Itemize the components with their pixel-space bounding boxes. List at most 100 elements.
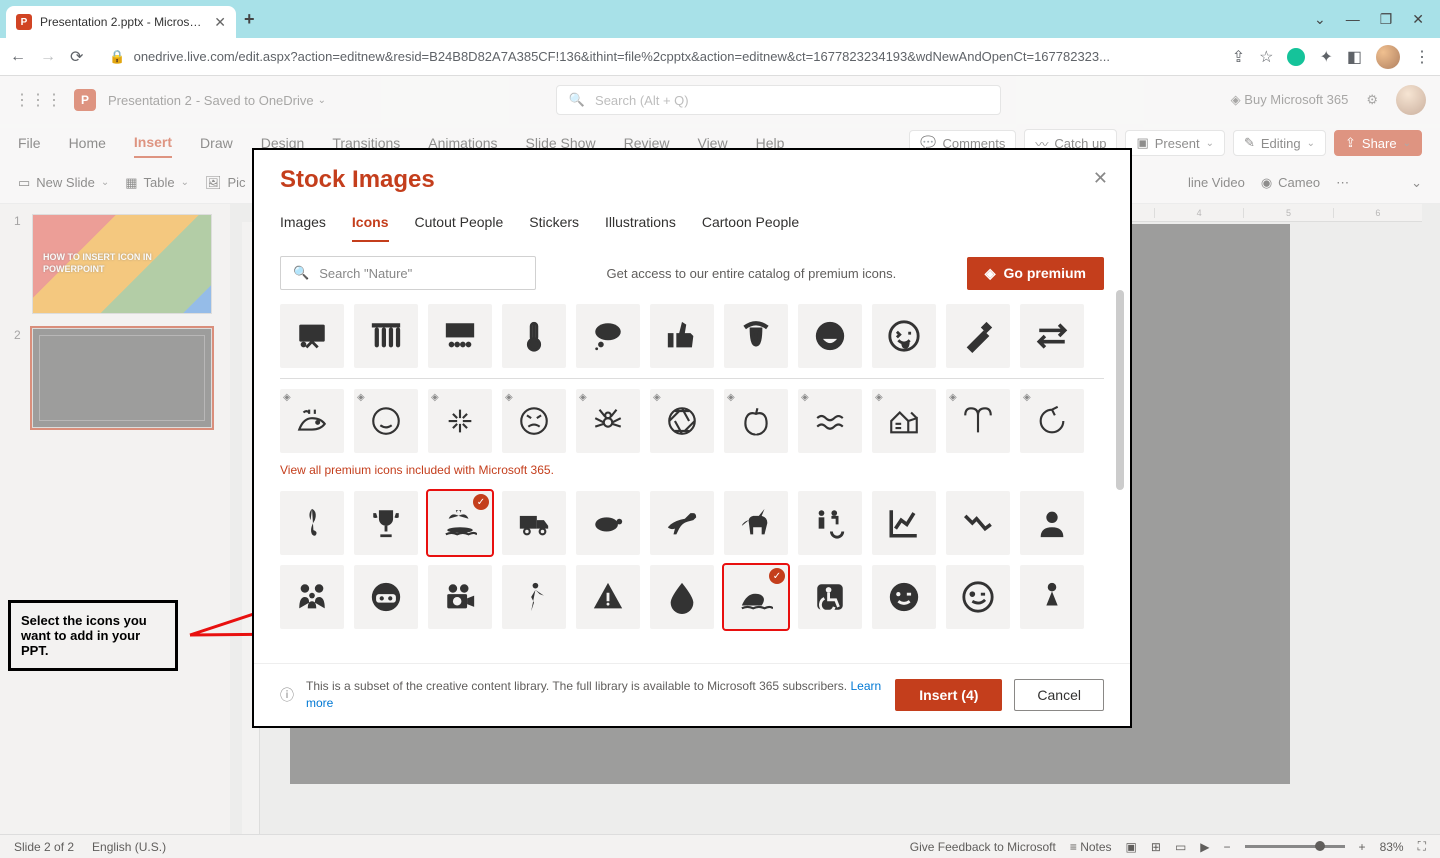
- dialog-tab-illustrations[interactable]: Illustrations: [605, 214, 676, 242]
- aquarius-icon[interactable]: [798, 389, 862, 453]
- apple-icon[interactable]: [724, 389, 788, 453]
- dialog-tab-icons[interactable]: Icons: [352, 214, 389, 242]
- vr-headset-icon[interactable]: [354, 565, 418, 629]
- line-chart-up-icon[interactable]: [872, 491, 936, 555]
- thought-bubble-icon[interactable]: [576, 304, 640, 368]
- wheelchair-icon[interactable]: [798, 565, 862, 629]
- tools-icon[interactable]: [946, 304, 1010, 368]
- zoom-slider[interactable]: [1245, 845, 1345, 848]
- aries-icon[interactable]: [946, 389, 1010, 453]
- pinch-icon[interactable]: [428, 389, 492, 453]
- happy-emoji-icon[interactable]: [354, 389, 418, 453]
- user-icon[interactable]: [1020, 491, 1084, 555]
- close-window-icon[interactable]: ✕: [1412, 11, 1424, 28]
- dialog-tab-stickers[interactable]: Stickers: [529, 214, 579, 242]
- turtle-icon[interactable]: [576, 491, 640, 555]
- share-button[interactable]: ⇪ Share ⌄: [1334, 130, 1422, 156]
- tab-draw[interactable]: Draw: [200, 129, 233, 157]
- forward-icon[interactable]: →: [40, 48, 56, 66]
- view-slideshow-icon[interactable]: ▶: [1200, 840, 1209, 854]
- aperture-icon[interactable]: [650, 389, 714, 453]
- dinosaur-icon[interactable]: [650, 491, 714, 555]
- fish-icon[interactable]: [280, 389, 344, 453]
- walking-icon[interactable]: [502, 565, 566, 629]
- truck-icon[interactable]: [502, 491, 566, 555]
- slide-thumbnail-2[interactable]: 2: [14, 328, 216, 428]
- warning-icon[interactable]: [576, 565, 640, 629]
- tropical-island-icon[interactable]: ✓: [428, 491, 492, 555]
- settings-icon[interactable]: ⚙: [1366, 92, 1378, 108]
- woman-icon[interactable]: [1020, 565, 1084, 629]
- zoom-out-icon[interactable]: −: [1224, 840, 1231, 854]
- water-drop-icon[interactable]: [650, 565, 714, 629]
- profile-avatar[interactable]: [1376, 45, 1400, 69]
- thumbs-up-icon[interactable]: [650, 304, 714, 368]
- search-box[interactable]: 🔍 Search (Alt + Q): [556, 85, 1001, 115]
- feedback-link[interactable]: Give Feedback to Microsoft: [910, 840, 1056, 854]
- fit-to-window-icon[interactable]: ⛶: [1418, 839, 1426, 854]
- dialog-tab-cutout-people[interactable]: Cutout People: [415, 214, 504, 242]
- cancel-button[interactable]: Cancel: [1014, 679, 1104, 711]
- language-indicator[interactable]: English (U.S.): [92, 840, 166, 854]
- test-tubes-icon[interactable]: [354, 304, 418, 368]
- tab-home[interactable]: Home: [69, 129, 106, 157]
- browser-tab[interactable]: P Presentation 2.pptx - Microsoft P ✕: [6, 6, 236, 38]
- tab-insert[interactable]: Insert: [134, 128, 172, 158]
- smirk-emoji-icon[interactable]: [946, 565, 1010, 629]
- extensions-icon[interactable]: ✦: [1319, 47, 1332, 67]
- reload-icon[interactable]: ⟳: [70, 47, 83, 67]
- notes-button[interactable]: ≡ Notes: [1070, 840, 1112, 854]
- minimize-icon[interactable]: —: [1346, 11, 1360, 28]
- premium-link[interactable]: View all premium icons included with Mic…: [280, 463, 1104, 477]
- trophy-icon[interactable]: [354, 491, 418, 555]
- share-page-icon[interactable]: ⇪: [1232, 47, 1245, 67]
- thermometer-icon[interactable]: [502, 304, 566, 368]
- maximize-icon[interactable]: ❐: [1380, 11, 1393, 28]
- new-slide-button[interactable]: ▭ New Slide ⌄: [18, 175, 109, 191]
- grammarly-icon[interactable]: [1287, 48, 1305, 66]
- back-icon[interactable]: ←: [10, 48, 26, 66]
- pictures-button[interactable]: 🖼 Pic: [205, 175, 246, 191]
- dialog-tab-images[interactable]: Images: [280, 214, 326, 242]
- swap-arrows-icon[interactable]: [1020, 304, 1084, 368]
- zoom-in-icon[interactable]: +: [1359, 840, 1366, 854]
- tab-file[interactable]: File: [18, 129, 41, 157]
- editing-button[interactable]: ✎ Editing ⌄: [1233, 130, 1326, 156]
- new-tab-button[interactable]: +: [244, 9, 255, 30]
- accessibility-people-icon[interactable]: [798, 491, 862, 555]
- dialog-tab-cartoon-people[interactable]: Cartoon People: [702, 214, 799, 242]
- table-button[interactable]: ▦ Table ⌄: [125, 175, 189, 191]
- wave-icon[interactable]: ✓: [724, 565, 788, 629]
- line-chart-down-icon[interactable]: [946, 491, 1010, 555]
- refresh-icon[interactable]: [1020, 389, 1084, 453]
- wink-emoji-icon[interactable]: [872, 565, 936, 629]
- menu-icon[interactable]: ⋮: [1414, 47, 1430, 67]
- more-icon[interactable]: ⋯: [1336, 175, 1349, 191]
- unicorn-icon[interactable]: [724, 491, 788, 555]
- app-launcher-icon[interactable]: ⋮⋮⋮: [14, 90, 62, 110]
- insert-button[interactable]: Insert (4): [895, 679, 1002, 711]
- view-reading-icon[interactable]: ▭: [1175, 840, 1186, 854]
- document-title[interactable]: Presentation 2 - Saved to OneDrive ⌄: [108, 93, 326, 108]
- spider-icon[interactable]: [576, 389, 640, 453]
- theater-icon[interactable]: [428, 304, 492, 368]
- sidepanel-icon[interactable]: ◧: [1347, 47, 1362, 67]
- ribbon-chevron-icon[interactable]: ⌄: [1411, 175, 1422, 191]
- present-button[interactable]: ▣ Present ⌄: [1125, 130, 1225, 156]
- close-tab-icon[interactable]: ✕: [214, 14, 226, 31]
- treble-clef-icon[interactable]: [280, 491, 344, 555]
- user-avatar[interactable]: [1396, 85, 1426, 115]
- close-dialog-icon[interactable]: ✕: [1093, 168, 1108, 189]
- star-icon[interactable]: ☆: [1259, 47, 1273, 67]
- tongue-out-icon[interactable]: [724, 304, 788, 368]
- architecture-icon[interactable]: [872, 389, 936, 453]
- icon-search-input[interactable]: 🔍 Search "Nature": [280, 256, 536, 290]
- view-sorter-icon[interactable]: ⊞: [1151, 840, 1161, 854]
- address-bar[interactable]: 🔒 onedrive.live.com/edit.aspx?action=edi…: [97, 43, 1217, 71]
- family-icon[interactable]: [280, 565, 344, 629]
- cameo-button[interactable]: ◉ Cameo: [1261, 175, 1320, 191]
- angry-emoji-icon[interactable]: [502, 389, 566, 453]
- online-video-button[interactable]: line Video: [1188, 175, 1245, 190]
- video-camera-icon[interactable]: [428, 565, 492, 629]
- buy-microsoft-365[interactable]: ◈ Buy Microsoft 365: [1231, 92, 1349, 108]
